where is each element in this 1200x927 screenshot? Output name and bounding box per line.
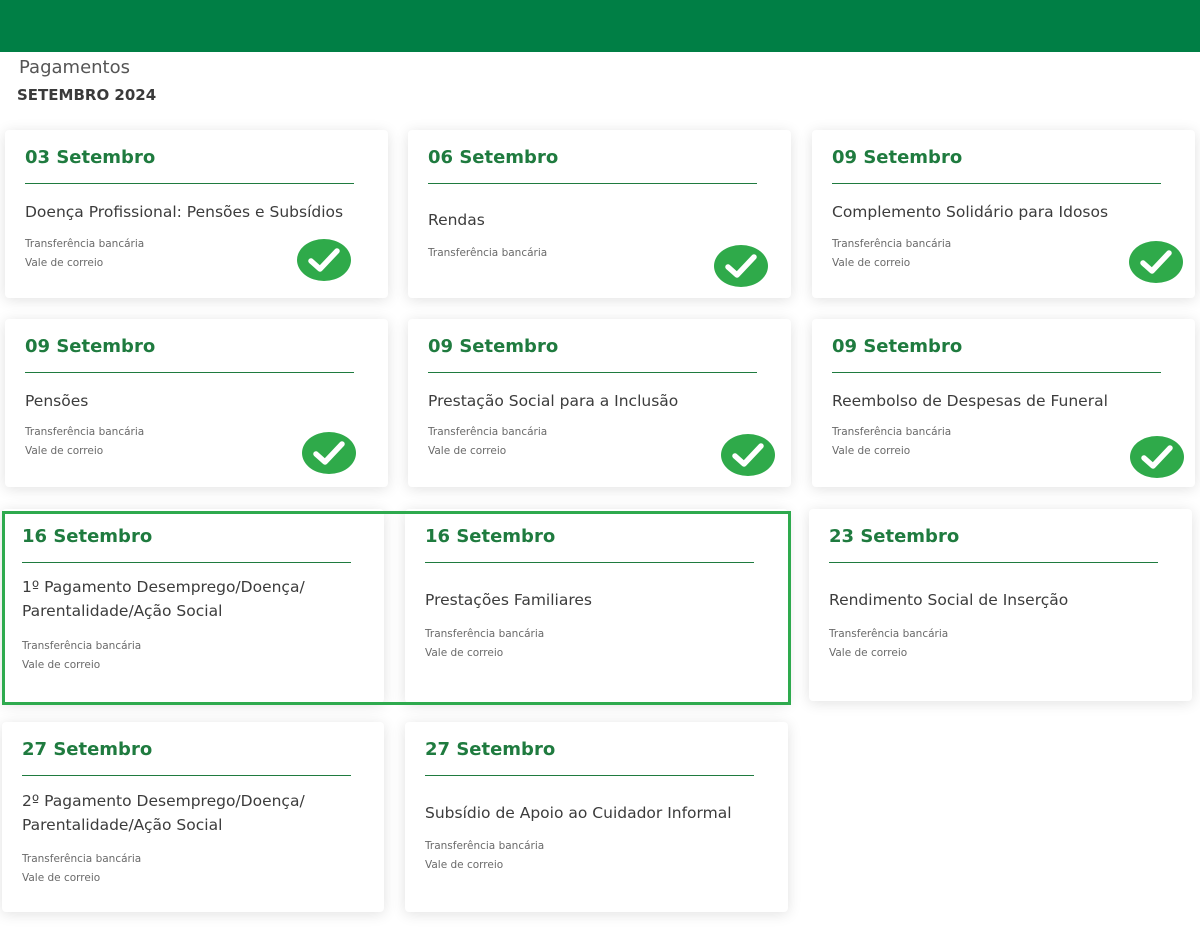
payment-card: 03 Setembro Doença Profissional: Pensões … [5,130,388,298]
payment-method: Transferência bancária [829,628,949,640]
benefit-title: Subsídio de Apoio ao Cuidador Informal [425,804,732,822]
payment-method: Transferência bancária [428,426,548,438]
payment-date: 09 Setembro [832,336,963,357]
payment-methods: Transferência bancária Vale de correio [428,423,547,461]
payment-date: 23 Setembro [829,526,960,547]
benefit-title: Pensões [25,392,89,410]
payment-date: 06 Setembro [428,147,559,168]
benefit-title: Prestações Familiares [425,591,592,609]
payment-methods: Transferência bancária Vale de correio [829,625,948,663]
date-divider [425,562,754,563]
benefit-title: Doença Profissional: Pensões e Subsídios [25,203,344,221]
payment-card: 16 Setembro 1º Pagamento Desemprego/Doenç… [2,509,384,703]
benefit-title: 2º Pagamento Desemprego/Doença/ Parental… [22,792,305,834]
check-circle-icon [302,432,356,474]
payment-methods: Transferência bancária [428,244,547,263]
benefit-title: Rendimento Social de Inserção [829,591,1069,609]
payment-method: Vale de correio [428,445,507,457]
payment-date: 09 Setembro [428,336,559,357]
date-divider [22,562,351,563]
check-circle-icon [721,434,775,476]
payment-card: 16 Setembro Prestações Familiares Transfer… [405,509,788,703]
payment-card: 09 Setembro Complemento Solidário para Id… [812,130,1195,298]
payment-date: 03 Setembro [25,147,156,168]
payment-date: 27 Setembro [425,739,556,760]
top-banner [0,0,1200,52]
date-divider [25,183,354,184]
benefit-title: Reembolso de Despesas de Funeral [832,392,1108,410]
benefit-title: 1º Pagamento Desemprego/Doença/ Parental… [22,578,305,620]
payment-methods: Transferência bancária Vale de correio [22,637,141,675]
payment-methods: Transferência bancária Vale de correio [25,423,144,461]
check-circle-icon [1130,436,1184,478]
payment-method: Vale de correio [832,445,911,457]
payment-method: Transferência bancária [425,840,545,852]
payment-methods: Transferência bancária Vale de correio [25,235,144,273]
benefit-title: Complemento Solidário para Idosos [832,203,1109,221]
payment-method: Transferência bancária [832,238,952,250]
check-circle-icon [1129,241,1183,283]
check-circle-icon [297,239,351,281]
payment-methods: Transferência bancária Vale de correio [832,235,951,273]
payment-methods: Transferência bancária Vale de correio [425,837,544,875]
payment-methods: Transferência bancária Vale de correio [832,423,951,461]
payment-card: 09 Setembro Pensões Transferência bancária… [5,319,388,487]
payment-method: Transferência bancária [425,628,545,640]
date-divider [428,372,757,373]
date-divider [832,183,1161,184]
payment-method: Vale de correio [25,445,104,457]
payment-method: Vale de correio [25,257,104,269]
payment-date: 16 Setembro [22,526,153,547]
benefit-title: Prestação Social para a Inclusão [428,392,679,410]
payment-method: Transferência bancária [832,426,952,438]
payment-card: 09 Setembro Reembolso de Despesas de Fune… [812,319,1195,487]
date-divider [425,775,754,776]
payment-method: Transferência bancária [22,853,142,865]
payment-method: Vale de correio [829,647,908,659]
payment-method: Vale de correio [425,647,504,659]
payment-card: 27 Setembro Subsídio de Apoio ao Cuidador… [405,722,788,912]
payment-method: Vale de correio [22,659,101,671]
payment-date: 16 Setembro [425,526,556,547]
payment-card: 09 Setembro Prestação Social para a Inclu… [408,319,791,487]
payment-date: 09 Setembro [25,336,156,357]
payment-method: Transferência bancária [25,426,145,438]
payment-method: Transferência bancária [25,238,145,250]
payment-card: 23 Setembro Rendimento Social de Inserção… [809,509,1192,701]
date-divider [25,372,354,373]
payment-card: 27 Setembro 2º Pagamento Desemprego/Doenç… [2,722,384,912]
payment-card: 06 Setembro Rendas Transferência bancária [408,130,791,298]
date-divider [22,775,351,776]
check-circle-icon [714,245,768,287]
payment-methods: Transferência bancária Vale de correio [22,850,141,888]
payment-method: Vale de correio [832,257,911,269]
page-title: Pagamentos [19,57,130,78]
payment-method: Vale de correio [22,872,101,884]
payment-method: Transferência bancária [428,247,548,259]
benefit-title: Rendas [428,211,485,229]
date-divider [832,372,1161,373]
payment-date: 27 Setembro [22,739,153,760]
page-subtitle: SETEMBRO 2024 [17,86,157,104]
payment-date: 09 Setembro [832,147,963,168]
payment-method: Vale de correio [425,859,504,871]
date-divider [829,562,1158,563]
payment-methods: Transferência bancária Vale de correio [425,625,544,663]
date-divider [428,183,757,184]
payment-method: Transferência bancária [22,640,142,652]
